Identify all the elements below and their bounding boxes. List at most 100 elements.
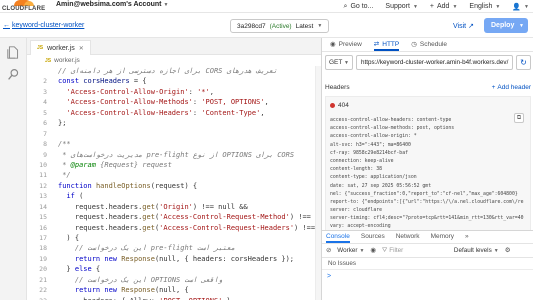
code-token: ,: [260, 108, 265, 117]
search-icon[interactable]: [7, 68, 20, 81]
code-token: 'POST, OPTIONS': [201, 98, 265, 107]
clock-icon: ◷: [411, 41, 417, 48]
tab-network[interactable]: Network: [396, 233, 420, 243]
code-line[interactable]: 12 function handleOptions(request) {: [27, 181, 321, 191]
line-number: 7: [43, 129, 47, 138]
code-token: if: [66, 192, 75, 201]
url-input[interactable]: https://keyword-cluster-worker.amin-b4f.…: [356, 55, 513, 70]
code-token: request.headers.: [58, 202, 143, 211]
explorer-files-icon[interactable]: [7, 46, 20, 59]
tab-memory[interactable]: Memory: [431, 233, 454, 243]
language-menu[interactable]: English ▼: [469, 3, 500, 10]
code-line[interactable]: 7: [27, 129, 321, 139]
code-token: const: [58, 77, 84, 86]
gear-icon[interactable]: ⚙: [505, 247, 511, 254]
tab-preview[interactable]: ◉ Preview: [330, 40, 362, 51]
tab-label: Schedule: [419, 40, 448, 48]
add-header-button[interactable]: + Add header: [492, 84, 531, 91]
more-tabs-button[interactable]: »: [465, 233, 469, 243]
code-line[interactable]: 21 // این یک درخواست OPTIONS واقعی است: [27, 275, 321, 285]
tab-sources[interactable]: Sources: [361, 233, 385, 243]
line-text: request.headers.get('Access-Control-Requ…: [58, 223, 321, 233]
line-number: 21: [39, 275, 47, 284]
response-headers-list: access-control-allow-headers: content-ty…: [330, 117, 526, 232]
goto-button[interactable]: ⌕ Go to...: [344, 3, 374, 11]
code-line[interactable]: 11 */: [27, 170, 321, 180]
refresh-icon: ↻: [520, 58, 527, 67]
send-request-button[interactable]: ↻: [516, 55, 531, 70]
response-header-line: content-length: 38: [330, 167, 382, 173]
code-line[interactable]: 13 if (: [27, 191, 321, 201]
add-menu[interactable]: + Add ▼: [430, 3, 458, 10]
console-prompt[interactable]: >: [327, 273, 331, 280]
context-select[interactable]: Worker ▼: [337, 247, 364, 254]
tab-http[interactable]: ⇄ HTTP: [373, 40, 400, 51]
code-line[interactable]: 3 'Access-Control-Allow-Origin': '*',: [27, 87, 321, 97]
tab-worker-js[interactable]: JS worker.js ✕: [30, 40, 91, 55]
user-menu[interactable]: 👤 ▼: [512, 3, 529, 11]
code-token: ,: [264, 98, 269, 107]
code-token: get: [142, 202, 155, 211]
support-menu[interactable]: Support ▼: [385, 3, 417, 10]
code-token: return new: [74, 254, 122, 263]
response-header-line: date: sat, 27 sep 2025 05:56:52 gmt: [330, 183, 432, 189]
code-token: },: [222, 297, 235, 300]
line-text: // این یک درخواست OPTIONS واقعی است: [58, 275, 223, 285]
code-line[interactable]: 16 request.headers.get('Access-Control-R…: [27, 223, 321, 233]
breadcrumb: JS worker.js: [27, 55, 321, 66]
user-icon: 👤: [512, 3, 522, 11]
link-icon: ⇄: [373, 41, 380, 48]
code-line[interactable]: 23 headers: { Allow: 'POST, OPTIONS' },: [27, 296, 321, 300]
tab-console[interactable]: Console: [326, 233, 350, 243]
eye-icon: ◉: [330, 41, 336, 48]
clear-console-icon[interactable]: ⊘: [326, 247, 331, 254]
code-line[interactable]: 6};: [27, 118, 321, 128]
line-number: 6: [43, 119, 47, 128]
filter-input[interactable]: ⛛ Filter: [382, 247, 448, 255]
tab-label: worker.js: [47, 44, 75, 52]
code-token: @param: [70, 160, 96, 169]
code-line[interactable]: 17 ) {: [27, 233, 321, 243]
code-line[interactable]: 8 /**: [27, 139, 321, 149]
version-selector[interactable]: 3a298cd7 (Active) Latest ▼: [230, 19, 330, 33]
issues-counter[interactable]: No Issues: [322, 258, 533, 270]
code-line[interactable]: 15 request.headers.get('Access-Control-R…: [27, 212, 321, 222]
line-number: 13: [39, 192, 47, 201]
line-number: 9: [43, 150, 47, 159]
code-line[interactable]: 14 request.headers.get('Origin') !== nul…: [27, 202, 321, 212]
back-to-worker-link[interactable]: ← keyword-cluster-worker: [3, 22, 84, 29]
chevron-down-icon: ▼: [359, 247, 365, 254]
cloudflare-logo[interactable]: CLOUDFLARE: [2, 0, 45, 13]
code-line[interactable]: 20 } else {: [27, 264, 321, 274]
log-levels-select[interactable]: Default levels ▼: [454, 247, 499, 254]
code-line[interactable]: 19 return new Response(null, { headers: …: [27, 254, 321, 264]
headers-section: Headers + Add header: [325, 82, 531, 92]
code-line[interactable]: 18 // این یک درخواست pre-flight معتبر اس…: [27, 243, 321, 253]
deploy-button[interactable]: Deploy ▼: [484, 18, 528, 33]
code-line[interactable]: 22 return new Response(null, {: [27, 285, 321, 295]
deploy-label: Deploy: [491, 22, 515, 29]
devtools-tabs: Console Sources Network Memory »: [322, 230, 533, 244]
eye-icon[interactable]: ◉: [370, 247, 376, 254]
worker-toolbar: ← keyword-cluster-worker 3a298cd7 (Activ…: [0, 13, 533, 38]
code-line[interactable]: // برای اجازه دسترسی از هر دامنه‌ای CORS…: [27, 66, 321, 76]
editor-tabs: JS worker.js ✕: [27, 38, 321, 55]
top-nav: ⌕ Go to... Support ▼ + Add ▼ English ▼ 👤…: [344, 0, 529, 13]
code-token: (null, { headers: corsHeaders });: [154, 254, 295, 263]
line-text: /**: [58, 139, 71, 149]
line-text: };: [58, 118, 66, 128]
code-line[interactable]: 10 * @param {Request} request: [27, 160, 321, 170]
close-icon[interactable]: ✕: [79, 45, 84, 52]
tab-schedule[interactable]: ◷ Schedule: [411, 40, 447, 51]
code-token: 'Access-Control-Allow-Origin': [66, 87, 189, 96]
code-line[interactable]: 5 'Access-Control-Allow-Headers': 'Conte…: [27, 108, 321, 118]
code-line[interactable]: 4 'Access-Control-Allow-Methods': 'POST,…: [27, 97, 321, 107]
language-label: English: [469, 3, 493, 10]
code-line[interactable]: 9 * مدیریت درخواست‌های pre-flight از نوع…: [27, 150, 321, 160]
code-line[interactable]: 2 const corsHeaders = {: [27, 76, 321, 86]
visit-link[interactable]: Visit ↗: [453, 22, 474, 31]
method-select[interactable]: GET ▼: [325, 55, 353, 70]
account-switcher[interactable]: Amin@websima.com's Account ▼: [56, 1, 168, 8]
response-header-line: server-timing: cfl4;desc="?proto=tcp&rtt…: [330, 216, 524, 222]
code-area[interactable]: // برای اجازه دسترسی از هر دامنه‌ای CORS…: [27, 66, 321, 300]
